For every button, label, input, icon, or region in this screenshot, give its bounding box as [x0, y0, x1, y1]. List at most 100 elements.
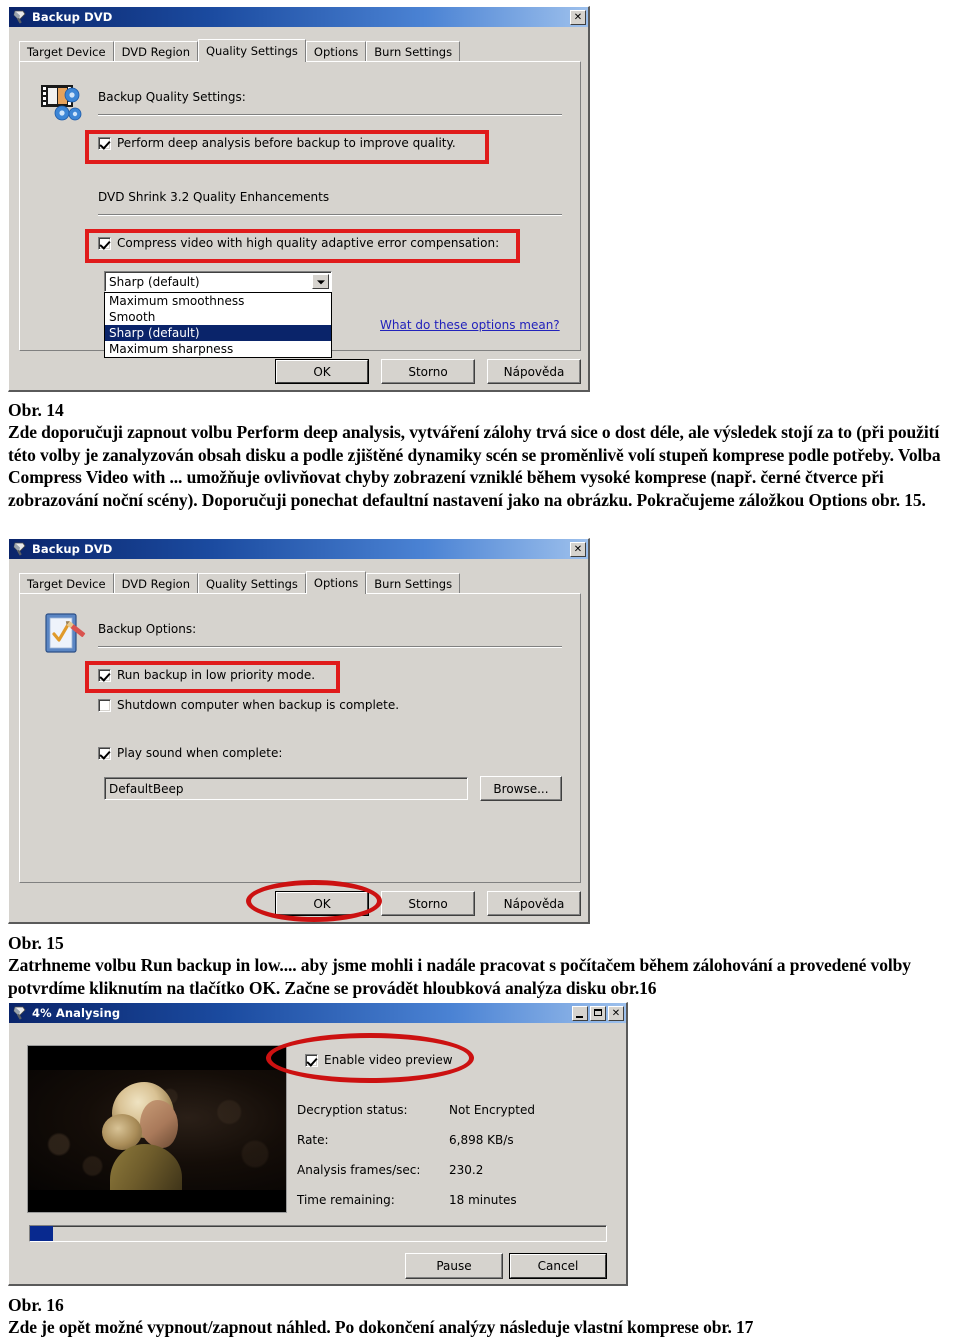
analysis-fps-label: Analysis frames/sec: — [297, 1163, 421, 1177]
divider-options — [98, 646, 562, 648]
quality-settings-panel: Backup Quality Settings: Perform deep an… — [19, 61, 581, 358]
face-shape — [140, 1100, 178, 1148]
play-sound-label: Play sound when complete: — [117, 746, 283, 760]
figure-16-body: Zde je opět možné vypnout/zapnout náhled… — [8, 1317, 754, 1337]
tab-dvd-region[interactable]: DVD Region — [113, 573, 198, 593]
close-icon[interactable]: ✕ — [570, 541, 586, 557]
chevron-down-icon[interactable] — [312, 274, 329, 289]
sound-file-field[interactable]: DefaultBeep — [104, 777, 468, 800]
tab-burn-settings[interactable]: Burn Settings — [366, 41, 461, 61]
backup-dvd-options-dialog[interactable]: Backup DVD ✕ Target Device DVD Region Qu… — [8, 538, 590, 924]
minimize-icon[interactable] — [572, 1005, 588, 1021]
close-icon[interactable]: ✕ — [570, 9, 586, 25]
low-priority-checkbox-row[interactable]: Run backup in low priority mode. — [98, 668, 315, 682]
figure-15-caption: Obr. 15 — [8, 933, 64, 953]
dvd-shrink-icon — [12, 541, 28, 557]
tab-options[interactable]: Options — [305, 571, 367, 594]
titlebar-buttons: ✕ — [570, 9, 586, 25]
dvd-shrink-icon — [12, 9, 28, 25]
tab-target-device[interactable]: Target Device — [19, 573, 114, 593]
window-title: Backup DVD — [32, 10, 113, 24]
quality-mode-combobox[interactable]: Sharp (default) — [104, 271, 332, 292]
divider-quality — [98, 114, 562, 116]
analysis-progress-bar — [29, 1225, 607, 1242]
shutdown-checkbox-row[interactable]: Shutdown computer when backup is complet… — [98, 698, 399, 712]
titlebar-analysing: 4% Analysing ✕ — [9, 1003, 626, 1023]
decryption-status-value: Not Encrypted — [449, 1103, 535, 1117]
help-button-options[interactable]: Nápověda — [487, 891, 581, 916]
figure-14-caption: Obr. 14 — [8, 400, 64, 420]
cancel-button-options[interactable]: Storno — [381, 891, 475, 916]
enable-preview-label: Enable video preview — [324, 1053, 453, 1067]
dropdown-option-sharp-default[interactable]: Sharp (default) — [105, 325, 331, 341]
decryption-status-label: Decryption status: — [297, 1103, 408, 1117]
shutdown-label: Shutdown computer when backup is complet… — [117, 698, 400, 712]
analysis-progress-fill — [30, 1226, 54, 1241]
quality-mode-dropdown-list[interactable]: Maximum smoothness Smooth Sharp (default… — [104, 292, 332, 358]
tabstrip-options: Target Device DVD Region Quality Setting… — [19, 571, 461, 594]
tab-dvd-region[interactable]: DVD Region — [113, 41, 198, 61]
titlebar: Backup DVD ✕ — [9, 7, 588, 27]
tab-quality-settings[interactable]: Quality Settings — [197, 573, 306, 593]
time-remaining-value: 18 minutes — [449, 1193, 517, 1207]
time-remaining-label: Time remaining: — [297, 1193, 395, 1207]
low-priority-label: Run backup in low priority mode. — [117, 668, 316, 682]
enhancements-heading: DVD Shrink 3.2 Quality Enhancements — [98, 190, 330, 204]
cancel-button-quality[interactable]: Storno — [381, 359, 475, 384]
dropdown-option-max-smoothness[interactable]: Maximum smoothness — [105, 293, 331, 309]
window-title: 4% Analysing — [32, 1006, 121, 1020]
video-preview-thumbnail — [27, 1045, 287, 1213]
ok-button-options-label: OK — [276, 892, 368, 915]
deep-analysis-checkbox-row[interactable]: Perform deep analysis before backup to i… — [98, 136, 456, 150]
figure-16-caption: Obr. 16 — [8, 1295, 64, 1315]
tab-options[interactable]: Options — [305, 41, 367, 61]
maximize-icon[interactable] — [590, 1005, 606, 1021]
backup-quality-heading: Backup Quality Settings: — [98, 90, 246, 104]
compress-video-checkbox-row[interactable]: Compress video with high quality adaptiv… — [98, 236, 499, 250]
backup-quality-group-icon — [40, 82, 86, 129]
video-frame — [28, 1070, 286, 1200]
cancel-button-analysing-label: Cancel — [510, 1254, 606, 1278]
compress-video-checkbox[interactable] — [98, 236, 111, 250]
rate-label: Rate: — [297, 1133, 329, 1147]
titlebar-buttons: ✕ — [570, 541, 586, 557]
letterbox-top — [28, 1046, 286, 1070]
dvd-shrink-icon — [12, 1005, 28, 1021]
analysis-fps-value: 230.2 — [449, 1163, 484, 1177]
options-panel: Backup Options: Run backup in low priori… — [19, 593, 581, 883]
tab-burn-settings[interactable]: Burn Settings — [366, 573, 461, 593]
backup-options-heading: Backup Options: — [98, 622, 197, 636]
dropdown-option-max-sharpness[interactable]: Maximum sharpness — [105, 341, 331, 357]
pause-button[interactable]: Pause — [405, 1253, 503, 1279]
letterbox-bottom — [28, 1190, 286, 1212]
rate-value: 6,898 KB/s — [449, 1133, 514, 1147]
ok-button-quality-label: OK — [276, 360, 368, 383]
titlebar-buttons: ✕ — [572, 1005, 624, 1021]
deep-analysis-checkbox[interactable] — [98, 136, 111, 150]
play-sound-checkbox-row[interactable]: Play sound when complete: — [98, 746, 282, 760]
what-do-these-options-mean-link[interactable]: What do these options mean? — [380, 318, 560, 332]
tab-target-device[interactable]: Target Device — [19, 41, 114, 61]
ok-button-quality[interactable]: OK — [275, 359, 369, 384]
ok-button-options[interactable]: OK — [275, 891, 369, 916]
figure-15-body: Zatrhneme volbu Run backup in low.... ab… — [8, 955, 911, 998]
quality-mode-value: Sharp (default) — [109, 274, 200, 289]
titlebar-options: Backup DVD ✕ — [9, 539, 588, 559]
browse-button[interactable]: Browse... — [480, 776, 562, 801]
enable-preview-checkbox-row[interactable]: Enable video preview — [305, 1053, 453, 1067]
help-button-quality[interactable]: Nápověda — [487, 359, 581, 384]
tabstrip-quality: Target Device DVD Region Quality Setting… — [19, 39, 461, 62]
window-title: Backup DVD — [32, 542, 113, 556]
dropdown-option-smooth[interactable]: Smooth — [105, 309, 331, 325]
enable-preview-checkbox[interactable] — [305, 1053, 318, 1067]
deep-analysis-label: Perform deep analysis before backup to i… — [117, 136, 456, 150]
analysing-dialog[interactable]: 4% Analysing ✕ Enable video preview Decr… — [8, 1002, 628, 1286]
cancel-button-analysing[interactable]: Cancel — [509, 1253, 607, 1279]
backup-dvd-quality-dialog[interactable]: Backup DVD ✕ Target Device DVD Region Qu… — [8, 6, 590, 392]
close-icon[interactable]: ✕ — [608, 1005, 624, 1021]
backup-options-group-icon — [42, 610, 88, 661]
low-priority-checkbox[interactable] — [98, 668, 111, 682]
shutdown-checkbox[interactable] — [98, 698, 111, 712]
play-sound-checkbox[interactable] — [98, 746, 111, 760]
tab-quality-settings[interactable]: Quality Settings — [197, 39, 306, 62]
